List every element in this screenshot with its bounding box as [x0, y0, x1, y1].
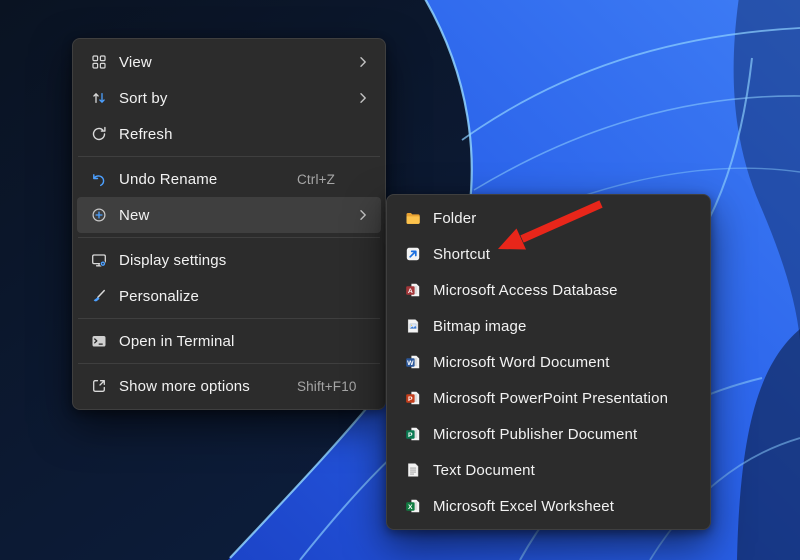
- svg-text:X: X: [408, 504, 413, 511]
- menu-item-label: Shortcut: [433, 245, 491, 263]
- new-plus-icon: [91, 207, 107, 223]
- menu-item-view[interactable]: View: [77, 44, 381, 80]
- menu-separator: [78, 318, 380, 319]
- menu-item-microsoft-word-document[interactable]: W Microsoft Word Document: [391, 344, 706, 380]
- menu-item-label: Personalize: [119, 287, 200, 305]
- menu-item-label: Text Document: [433, 461, 535, 479]
- grid-icon: [91, 54, 107, 70]
- menu-item-label: Microsoft Excel Worksheet: [433, 497, 615, 515]
- menu-item-label: Microsoft Word Document: [433, 353, 610, 371]
- chevron-right-icon: [355, 207, 371, 223]
- menu-item-text-document[interactable]: Text Document: [391, 452, 706, 488]
- personalize-icon: [91, 288, 107, 304]
- sort-icon: [91, 90, 107, 106]
- menu-item-label: View: [119, 53, 152, 71]
- menu-item-bitmap-image[interactable]: Bitmap image: [391, 308, 706, 344]
- chevron-right-icon: [355, 90, 371, 106]
- excel-icon: X: [405, 498, 421, 514]
- menu-item-folder[interactable]: Folder: [391, 200, 706, 236]
- keyboard-shortcut: Ctrl+Z: [297, 171, 336, 187]
- menu-item-label: Undo Rename: [119, 170, 218, 188]
- shortcut-icon: [405, 246, 421, 262]
- menu-item-refresh[interactable]: Refresh: [77, 116, 381, 152]
- menu-item-label: Microsoft Access Database: [433, 281, 618, 299]
- menu-item-new[interactable]: New: [77, 197, 381, 233]
- display-settings-icon: [91, 252, 107, 268]
- menu-item-microsoft-powerpoint-presentation[interactable]: P Microsoft PowerPoint Presentation: [391, 380, 706, 416]
- publisher-icon: P: [405, 426, 421, 442]
- svg-text:P: P: [408, 432, 413, 439]
- menu-separator: [78, 237, 380, 238]
- access-icon: A: [405, 282, 421, 298]
- menu-item-display-settings[interactable]: Display settings: [77, 242, 381, 278]
- word-icon: W: [405, 354, 421, 370]
- menu-item-label: Sort by: [119, 89, 168, 107]
- menu-item-label: Microsoft Publisher Document: [433, 425, 638, 443]
- chevron-right-icon: [355, 54, 371, 70]
- menu-item-label: Open in Terminal: [119, 332, 235, 350]
- menu-item-label: Display settings: [119, 251, 227, 269]
- powerpoint-icon: P: [405, 390, 421, 406]
- refresh-icon: [91, 126, 107, 142]
- menu-item-microsoft-access-database[interactable]: A Microsoft Access Database: [391, 272, 706, 308]
- menu-item-label: Refresh: [119, 125, 173, 143]
- bitmap-icon: [405, 318, 421, 334]
- folder-icon: [405, 210, 421, 226]
- menu-item-label: Folder: [433, 209, 477, 227]
- menu-item-sort-by[interactable]: Sort by: [77, 80, 381, 116]
- desktop-context-menu: View Sort by Refresh Undo Rename Ctrl+Z New Di…: [72, 38, 386, 410]
- menu-item-label: New: [119, 206, 150, 224]
- terminal-icon: [91, 333, 107, 349]
- text-icon: [405, 462, 421, 478]
- svg-text:W: W: [407, 360, 414, 367]
- menu-item-microsoft-excel-worksheet[interactable]: X Microsoft Excel Worksheet: [391, 488, 706, 524]
- menu-separator: [78, 363, 380, 364]
- show-more-icon: [91, 378, 107, 394]
- svg-text:A: A: [408, 288, 413, 295]
- menu-item-open-in-terminal[interactable]: Open in Terminal: [77, 323, 381, 359]
- menu-item-label: Microsoft PowerPoint Presentation: [433, 389, 669, 407]
- keyboard-shortcut: Shift+F10: [297, 378, 357, 394]
- menu-item-microsoft-publisher-document[interactable]: P Microsoft Publisher Document: [391, 416, 706, 452]
- menu-item-shortcut[interactable]: Shortcut: [391, 236, 706, 272]
- menu-item-personalize[interactable]: Personalize: [77, 278, 381, 314]
- menu-item-show-more-options[interactable]: Show more options Shift+F10: [77, 368, 381, 404]
- new-submenu: Folder Shortcut A Microsoft Access Database…: [386, 194, 711, 530]
- svg-text:P: P: [408, 396, 413, 403]
- menu-item-label: Bitmap image: [433, 317, 527, 335]
- undo-icon: [91, 171, 107, 187]
- menu-item-undo-rename[interactable]: Undo Rename Ctrl+Z: [77, 161, 381, 197]
- menu-separator: [78, 156, 380, 157]
- menu-item-label: Show more options: [119, 377, 250, 395]
